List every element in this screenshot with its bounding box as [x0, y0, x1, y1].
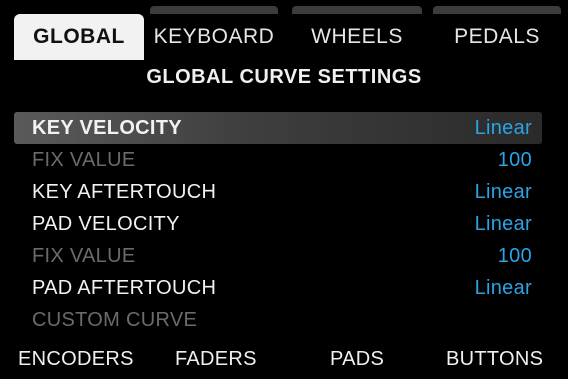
setting-value[interactable]: Linear [475, 181, 532, 204]
tab-wheels[interactable]: WHEELS [292, 14, 422, 60]
setting-label: PAD AFTERTOUCH [32, 276, 217, 299]
setting-value[interactable]: Linear [475, 213, 532, 236]
settings-list: KEY VELOCITY Linear FIX VALUE 100 KEY AF… [14, 112, 542, 336]
tab-cap-pedals [433, 6, 561, 14]
top-tab-bar: GLOBAL KEYBOARD WHEELS PEDALS [0, 0, 568, 62]
setting-row-pad-velocity[interactable]: PAD VELOCITY Linear [14, 208, 542, 240]
setting-value[interactable]: 100 [498, 149, 532, 172]
tab-global[interactable]: GLOBAL [14, 14, 144, 60]
setting-value[interactable]: 100 [498, 245, 532, 268]
nav-faders[interactable]: FADERS [175, 348, 257, 371]
setting-label: KEY VELOCITY [32, 116, 182, 139]
tab-pedals[interactable]: PEDALS [433, 14, 561, 60]
nav-buttons[interactable]: BUTTONS [446, 348, 543, 371]
tab-cap-wheels [292, 6, 422, 14]
bottom-nav-bar: ENCODERS FADERS PADS BUTTONS [0, 344, 568, 379]
setting-label: KEY AFTERTOUCH [32, 180, 217, 203]
setting-row-pad-fix-value[interactable]: FIX VALUE 100 [14, 240, 542, 272]
setting-value[interactable]: Linear [475, 277, 532, 300]
setting-row-key-aftertouch[interactable]: KEY AFTERTOUCH Linear [14, 176, 542, 208]
nav-encoders[interactable]: ENCODERS [18, 348, 134, 371]
tab-keyboard[interactable]: KEYBOARD [150, 14, 278, 60]
setting-label: FIX VALUE [32, 148, 136, 171]
setting-label: FIX VALUE [32, 244, 136, 267]
setting-row-pad-aftertouch[interactable]: PAD AFTERTOUCH Linear [14, 272, 542, 304]
setting-row-custom-curve[interactable]: CUSTOM CURVE [14, 304, 542, 336]
section-title: GLOBAL CURVE SETTINGS [146, 66, 422, 88]
nav-pads[interactable]: PADS [330, 348, 384, 371]
tab-cap-keyboard [150, 6, 278, 14]
setting-label: CUSTOM CURVE [32, 308, 198, 331]
setting-row-key-velocity[interactable]: KEY VELOCITY Linear [14, 112, 542, 144]
setting-label: PAD VELOCITY [32, 212, 180, 235]
setting-row-key-fix-value[interactable]: FIX VALUE 100 [14, 144, 542, 176]
setting-value[interactable]: Linear [475, 117, 532, 140]
